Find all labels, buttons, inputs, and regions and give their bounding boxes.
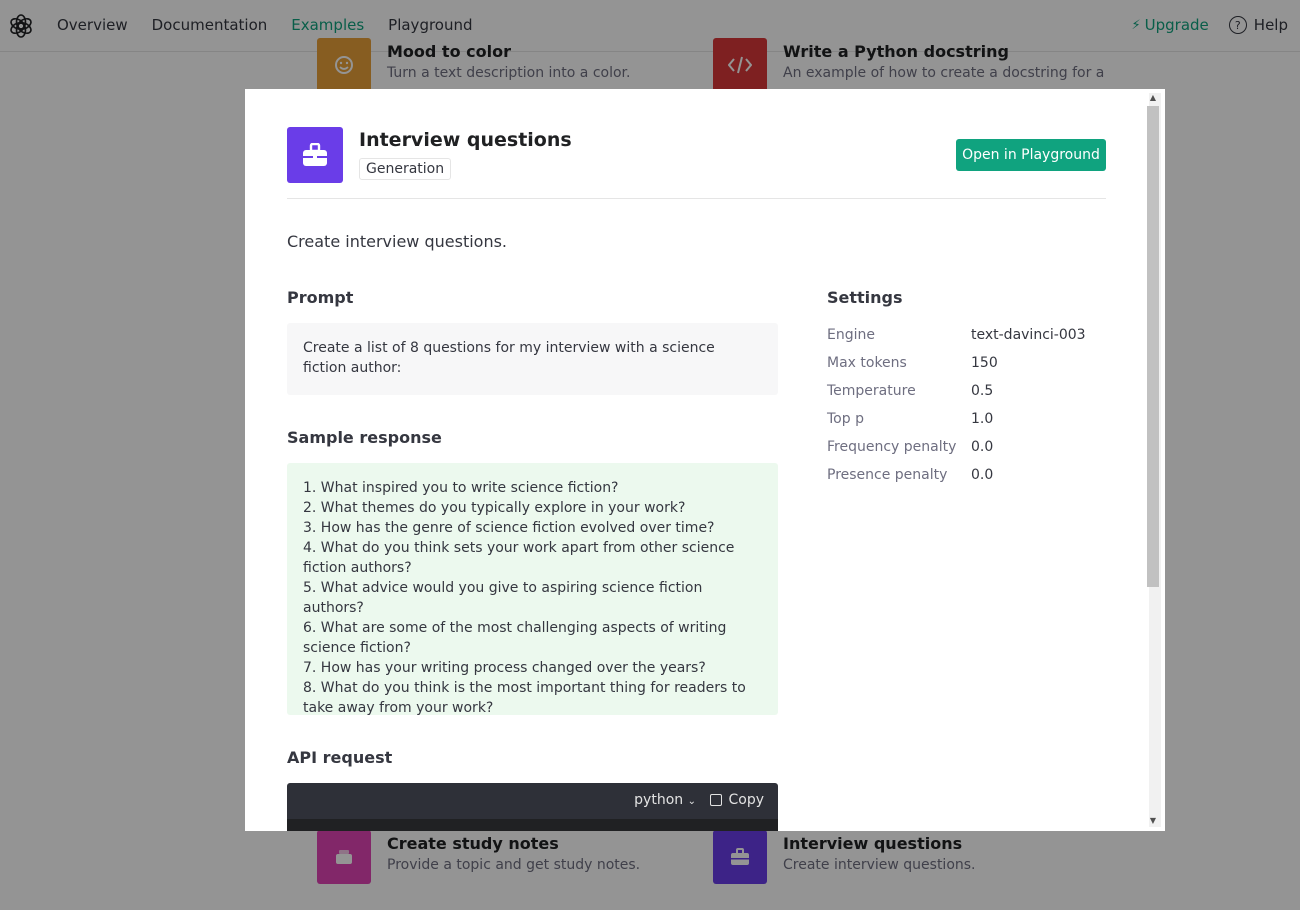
response-line: 4. What do you think sets your work apar… [303, 540, 735, 576]
setting-key: Max tokens [827, 355, 907, 371]
modal-description: Create interview questions. [287, 232, 508, 251]
category-tag: Generation [359, 158, 452, 180]
settings-table: Engine text-davinci-003 Max tokens 150 T… [827, 327, 1107, 495]
modal-content: Interview questions Generation Open in P… [287, 89, 1106, 831]
code-area [287, 819, 778, 831]
setting-row: Frequency penalty 0.0 [827, 439, 1107, 467]
api-request-heading: API request [287, 748, 393, 767]
copy-button[interactable]: Copy [710, 792, 764, 808]
modal-title: Interview questions [359, 129, 572, 151]
modal-header: Interview questions Generation Open in P… [287, 127, 1106, 199]
setting-value: text-davinci-003 [971, 327, 1086, 343]
settings-heading: Settings [827, 288, 903, 307]
sample-response-heading: Sample response [287, 428, 442, 447]
setting-value: 1.0 [971, 411, 994, 427]
copy-label: Copy [728, 792, 764, 808]
briefcase-icon [287, 127, 343, 183]
response-line: 8. What do you think is the most importa… [303, 680, 746, 716]
setting-value: 0.0 [971, 439, 994, 455]
setting-row: Engine text-davinci-003 [827, 327, 1107, 355]
language-label: python [634, 792, 684, 808]
response-line: 5. What advice would you give to aspirin… [303, 580, 703, 616]
setting-key: Top p [827, 411, 864, 427]
setting-value: 0.5 [971, 383, 994, 399]
setting-key: Frequency penalty [827, 439, 957, 455]
example-modal: Interview questions Generation Open in P… [245, 89, 1165, 831]
copy-icon [710, 794, 723, 806]
scroll-down-icon[interactable]: ▼ [1147, 816, 1159, 825]
modal-scrollbar-thumb[interactable] [1147, 106, 1159, 587]
response-line: 1. What inspired you to write science fi… [303, 480, 619, 496]
setting-value: 150 [971, 355, 998, 371]
chevron-down-icon: ⌄ [687, 796, 696, 807]
prompt-heading: Prompt [287, 288, 354, 307]
language-select[interactable]: python ⌄ [634, 792, 696, 808]
response-line: 6. What are some of the most challenging… [303, 620, 727, 656]
response-line: 3. How has the genre of science fiction … [303, 520, 715, 536]
setting-value: 0.0 [971, 467, 994, 483]
setting-row: Top p 1.0 [827, 411, 1107, 439]
prompt-box: Create a list of 8 questions for my inte… [287, 323, 778, 395]
open-in-playground-button[interactable]: Open in Playground [956, 139, 1106, 171]
code-block-header: python ⌄ Copy [287, 783, 778, 831]
setting-key: Temperature [827, 383, 916, 399]
setting-row: Presence penalty 0.0 [827, 467, 1107, 495]
setting-row: Max tokens 150 [827, 355, 1107, 383]
setting-key: Presence penalty [827, 467, 948, 483]
scroll-up-icon[interactable]: ▲ [1147, 93, 1159, 102]
response-line: 2. What themes do you typically explore … [303, 500, 686, 516]
response-line: 7. How has your writing process changed … [303, 660, 706, 676]
setting-row: Temperature 0.5 [827, 383, 1107, 411]
setting-key: Engine [827, 327, 875, 343]
sample-response-box: 1. What inspired you to write science fi… [287, 463, 778, 716]
